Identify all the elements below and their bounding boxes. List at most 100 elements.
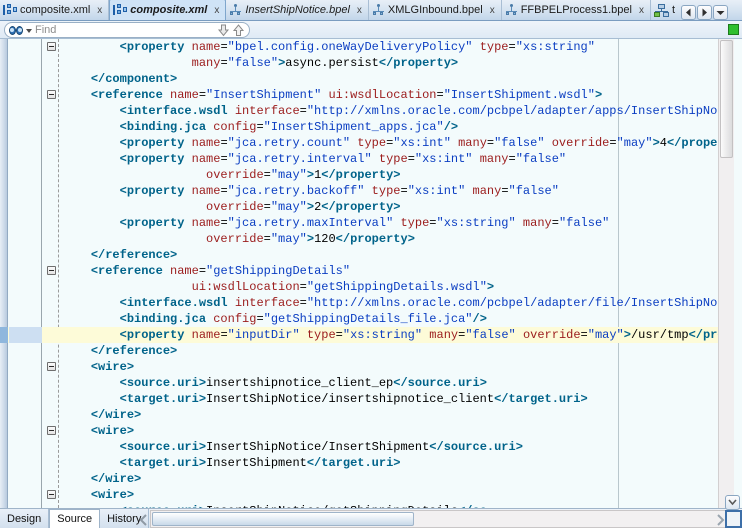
code-token-brk: > [198, 440, 207, 454]
code-line[interactable]: <wire> [0, 487, 718, 503]
code-token-attr: name [191, 40, 221, 54]
close-icon[interactable]: x [636, 5, 646, 16]
code-line[interactable]: <interface.wsdl interface="http://xmlns.… [0, 103, 742, 119]
code-line[interactable]: <property name="bpel.config.oneWayDelive… [0, 39, 718, 55]
vertical-scrollbar-thumb[interactable] [720, 40, 733, 158]
code-line[interactable]: <wire> [0, 423, 718, 439]
code-token-tag: wire [105, 408, 135, 422]
code-token-brk: </ [494, 392, 509, 406]
scroll-left-arrow-icon[interactable] [138, 512, 150, 528]
chevron-down-icon[interactable] [26, 28, 32, 33]
code-token-val: "InsertShipment_apps.jca" [263, 120, 444, 134]
search-input[interactable] [35, 23, 216, 37]
horizontal-scrollbar[interactable] [139, 494, 742, 528]
close-icon[interactable]: x [487, 5, 497, 16]
code-line[interactable]: <property name="jca.retry.interval" type… [0, 151, 718, 167]
code-token-brk: > [623, 328, 631, 342]
code-line[interactable]: </wire> [0, 407, 718, 423]
code-line[interactable]: <binding.jca config="InsertShipment_apps… [0, 119, 718, 135]
binoculars-icon[interactable] [9, 25, 24, 36]
horizontal-scrollbar-thumb[interactable] [152, 511, 415, 526]
code-line[interactable]: <source.uri>insertshipnotice_client_ep</… [0, 375, 718, 391]
code-token-eq: = [551, 216, 559, 230]
code-line[interactable]: <source.uri>InsertShipNotice/InsertShipm… [0, 439, 718, 455]
code-line[interactable]: </reference> [0, 343, 718, 359]
prev-tab-icon[interactable] [681, 5, 697, 20]
code-token-brk: > [594, 88, 603, 102]
code-token-tag: property [335, 168, 394, 182]
code-line[interactable]: </reference> [0, 247, 718, 263]
code-token-val: "jca.retry.maxInterval" [227, 216, 394, 230]
code-token-attr: config [213, 312, 257, 326]
editor-tab-overflow[interactable]: t [651, 0, 680, 20]
code-line[interactable]: override="may">1</property> [0, 167, 718, 183]
code-token-eq: = [299, 296, 307, 310]
code-fold-toggle[interactable] [47, 42, 56, 51]
editor-tab-insertshipnotice-bpel[interactable]: InsertShipNotice.bpel x [226, 0, 369, 20]
editor-tab-xmlginbound-bpel[interactable]: XMLGInbound.bpel x [369, 0, 502, 20]
network-icon [653, 3, 669, 17]
close-icon[interactable]: x [94, 5, 104, 16]
code-token-brk: > [393, 456, 401, 470]
code-line[interactable]: <target.uri>InsertShipNotice/insertshipn… [0, 391, 718, 407]
code-token-tag: property [335, 200, 394, 214]
code-line[interactable]: <reference name="getShippingDetails" [0, 263, 718, 279]
code-token-eq: = [436, 88, 444, 102]
scrollbar-end-box[interactable] [725, 509, 742, 528]
code-line[interactable]: <binding.jca config="getShippingDetails_… [0, 311, 718, 327]
code-token-brk: < [119, 392, 127, 406]
code-line[interactable]: <property name="inputDir" type="xs:strin… [0, 327, 742, 343]
editor-tab-composite-xml[interactable]: composite.xml x [109, 0, 227, 20]
find-next-down-arrow-icon[interactable] [216, 23, 231, 38]
code-line[interactable]: <property name="jca.retry.maxInterval" t… [0, 215, 718, 231]
code-fold-toggle[interactable] [47, 490, 56, 499]
source-editor[interactable]: <property name="bpel.config.oneWayDelive… [0, 39, 742, 508]
code-fold-toggle[interactable] [47, 362, 56, 371]
code-token-eq: = [508, 40, 516, 54]
code-line[interactable]: <target.uri>InsertShipment</target.uri> [0, 455, 718, 471]
view-tab-source[interactable]: Source [49, 509, 101, 528]
vertical-scrollbar[interactable] [718, 39, 734, 508]
next-tab-icon[interactable] [697, 5, 713, 20]
code-token-val: "false" [508, 184, 559, 198]
code-fold-toggle[interactable] [47, 266, 56, 275]
code-token-attr: many [472, 184, 502, 198]
close-icon[interactable]: x [354, 5, 364, 16]
code-line[interactable]: <property name="jca.retry.count" type="x… [0, 135, 742, 151]
code-line[interactable]: override="may">120</property> [0, 231, 718, 247]
code-line[interactable]: <property name="jca.retry.backoff" type=… [0, 183, 718, 199]
code-line[interactable]: </component> [0, 71, 718, 87]
code-token-attr: interface [234, 104, 300, 118]
code-token-tag: wire [98, 360, 127, 374]
code-fold-toggle[interactable] [47, 90, 56, 99]
code-token-eq: = [220, 216, 228, 230]
code-line[interactable]: many="false">async.persist</property> [0, 55, 718, 71]
code-token-val: "jca.retry.interval" [227, 152, 372, 166]
code-line[interactable]: override="may">2</property> [0, 199, 718, 215]
editor-tab-ffbpelprocess1-bpel[interactable]: FFBPELProcess1.bpel x [502, 0, 651, 20]
code-token-brk: > [515, 440, 523, 454]
find-search-box[interactable] [4, 22, 250, 38]
code-fold-toggle[interactable] [47, 426, 56, 435]
code-line[interactable]: </wire> [0, 471, 718, 487]
code-token-eq: = [429, 216, 437, 230]
code-line[interactable]: <reference name="InsertShipment" ui:wsdl… [0, 87, 718, 103]
tab-list-icon[interactable] [713, 5, 729, 20]
editor-tab-composite-xml[interactable]: composite.xml x [0, 0, 110, 20]
code-token-val: "jca.retry.count" [227, 136, 351, 150]
close-icon[interactable]: x [211, 5, 221, 16]
find-previous-up-arrow-icon[interactable] [231, 23, 246, 38]
view-tab-design[interactable]: Design [0, 509, 50, 528]
code-line[interactable]: ui:wsdlLocation="getShippingDetails.wsdl… [0, 279, 718, 295]
code-lines-container[interactable]: <property name="bpel.config.oneWayDelive… [0, 39, 742, 508]
code-line[interactable]: <wire> [0, 359, 718, 375]
code-token-eq: = [501, 184, 509, 198]
code-line[interactable]: <interface.wsdl interface="http://xmlns.… [0, 295, 742, 311]
editor-tab-bar: composite.xml x composite.xml x InsertShipNo… [0, 0, 742, 21]
chevron-down-icon[interactable] [725, 494, 740, 510]
code-token-attr: many [191, 56, 221, 70]
